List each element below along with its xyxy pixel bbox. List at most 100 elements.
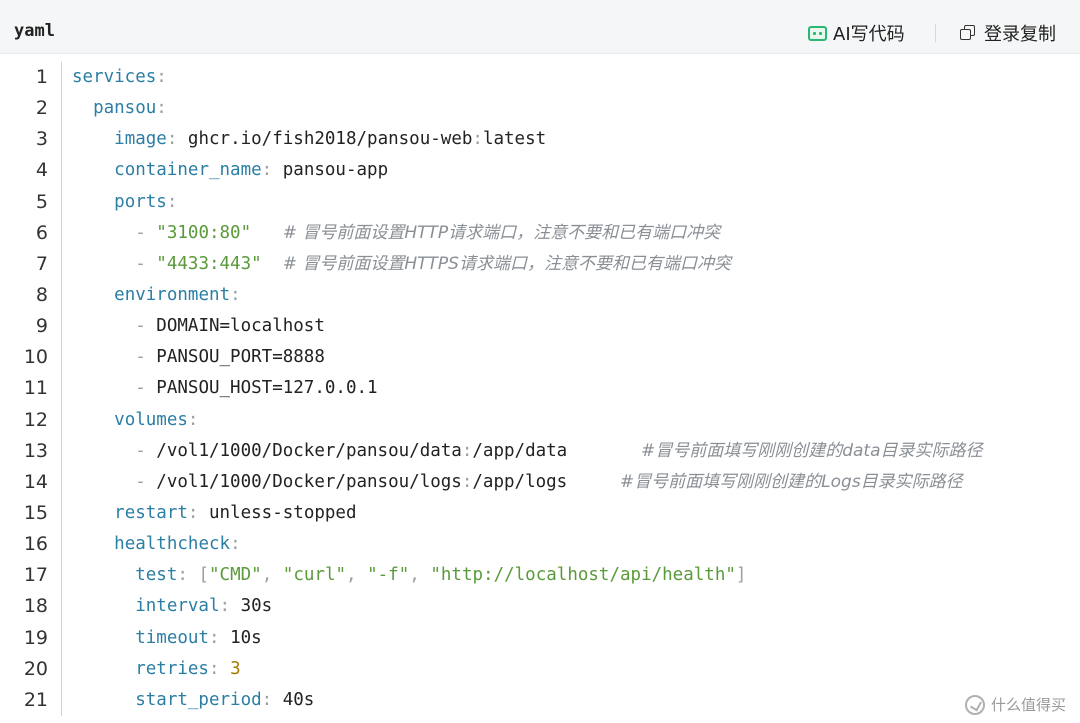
code-line: 18 interval: 30s bbox=[0, 591, 1080, 622]
robot-icon bbox=[808, 25, 827, 41]
code-token: , bbox=[409, 565, 420, 586]
code-token: /app/logs bbox=[472, 471, 620, 492]
code-text: image: ghcr.io/fish2018/pansou-web:lates… bbox=[72, 124, 546, 155]
code-text: start_period: 40s bbox=[72, 685, 314, 716]
code-token: , bbox=[346, 565, 357, 586]
code-text: - /vol1/1000/Docker/pansou/logs:/app/log… bbox=[72, 467, 963, 498]
code-token: "-f" bbox=[367, 565, 410, 586]
code-token: ghcr.io/fish2018/pansou-web bbox=[177, 129, 473, 150]
code-token: # 冒号前面设置HTTPS请求端口，注意不要和已有端口冲突 bbox=[282, 253, 731, 274]
ai-write-code-button[interactable]: AI写代码 bbox=[808, 20, 905, 46]
code-line: 7 - "4433:443" # 冒号前面设置HTTPS请求端口，注意不要和已有… bbox=[0, 249, 1080, 280]
line-number: 1 bbox=[35, 66, 48, 88]
code-line: 10 - PANSOU_PORT=8888 bbox=[0, 342, 1080, 373]
line-number: 11 bbox=[23, 377, 48, 400]
code-text: - DOMAIN=localhost bbox=[72, 311, 325, 342]
watermark: 什么值得买 bbox=[964, 694, 1066, 715]
code-token: : bbox=[166, 129, 178, 150]
code-line: 13 - /vol1/1000/Docker/pansou/data:/app/… bbox=[0, 436, 1080, 467]
code-token: : bbox=[230, 534, 241, 555]
line-number: 9 bbox=[35, 315, 48, 338]
line-number: 19 bbox=[23, 626, 48, 649]
code-token: "http://localhost/api/health" bbox=[430, 565, 736, 586]
code-token: - bbox=[135, 440, 157, 461]
code-token: /vol1/1000/Docker/pansou/logs bbox=[156, 471, 462, 492]
line-number: 12 bbox=[23, 408, 48, 431]
code-text: - "3100:80" # 冒号前面设置HTTP请求端口，注意不要和已有端口冲突 bbox=[72, 218, 720, 249]
code-text: restart: unless-stopped bbox=[72, 498, 357, 529]
code-text: services: bbox=[72, 62, 167, 93]
code-line: 14 - /vol1/1000/Docker/pansou/logs:/app/… bbox=[0, 467, 1080, 498]
code-line: 1 services: bbox=[0, 62, 1080, 93]
code-text: healthcheck: bbox=[72, 529, 241, 560]
code-token: : bbox=[208, 658, 220, 679]
code-token: services bbox=[72, 67, 157, 87]
code-token: - bbox=[135, 253, 157, 274]
line-number: 5 bbox=[35, 190, 48, 213]
code-text: timeout: 10s bbox=[72, 623, 262, 654]
code-token: , bbox=[261, 565, 273, 586]
header-divider bbox=[935, 24, 936, 42]
code-token: : bbox=[166, 191, 178, 212]
code-line: 16 healthcheck: bbox=[0, 529, 1080, 560]
code-line: 2 pansou: bbox=[0, 93, 1080, 124]
code-token: "4433:443" bbox=[156, 253, 262, 274]
code-token: : bbox=[261, 689, 273, 710]
code-token: ports bbox=[114, 191, 167, 212]
line-number: 21 bbox=[23, 688, 48, 711]
code-text: environment: bbox=[72, 280, 241, 311]
code-text: volumes: bbox=[72, 405, 198, 436]
line-number: 4 bbox=[35, 159, 48, 182]
code-token: : bbox=[230, 284, 241, 305]
code-token: start_period bbox=[135, 689, 262, 710]
line-number: 7 bbox=[35, 252, 48, 275]
code-token: : bbox=[261, 160, 273, 181]
code-token: #冒号前面填写刚刚创建的Logs目录实际路径 bbox=[619, 471, 963, 492]
copy-icon bbox=[960, 25, 976, 41]
line-number: 15 bbox=[23, 501, 48, 524]
code-token: : bbox=[187, 502, 199, 523]
code-token: PANSOU_HOST=127.0.0.1 bbox=[156, 378, 378, 399]
code-text: - PANSOU_PORT=8888 bbox=[72, 342, 325, 373]
code-line: 12 volumes: bbox=[0, 405, 1080, 436]
code-line: 8 environment: bbox=[0, 280, 1080, 311]
line-number: 14 bbox=[23, 470, 48, 493]
login-copy-button[interactable]: 登录复制 bbox=[960, 20, 1056, 46]
code-text: interval: 30s bbox=[72, 591, 272, 622]
code-line: 19 timeout: 10s bbox=[0, 623, 1080, 654]
code-token: /app/data bbox=[472, 440, 641, 461]
code-token: 10s bbox=[219, 627, 262, 648]
code-token: "curl" bbox=[282, 565, 347, 586]
code-token: : bbox=[156, 98, 167, 119]
code-text: - "4433:443" # 冒号前面设置HTTPS请求端口，注意不要和已有端口… bbox=[72, 249, 731, 280]
code-token: unless-stopped bbox=[198, 502, 357, 523]
code-area[interactable]: 1 services: 2 pansou: 3 image: ghcr.io/fish… bbox=[0, 62, 1080, 716]
code-token: PANSOU_PORT=8888 bbox=[156, 347, 325, 368]
code-token: timeout bbox=[135, 627, 209, 648]
code-token: environment bbox=[114, 284, 231, 305]
code-token: - bbox=[135, 378, 157, 399]
line-number: 16 bbox=[23, 533, 48, 556]
code-token: restart bbox=[114, 502, 188, 523]
code-line: 5 ports: bbox=[0, 187, 1080, 218]
ai-write-code-label: AI写代码 bbox=[833, 24, 905, 45]
line-number: 6 bbox=[35, 221, 48, 244]
